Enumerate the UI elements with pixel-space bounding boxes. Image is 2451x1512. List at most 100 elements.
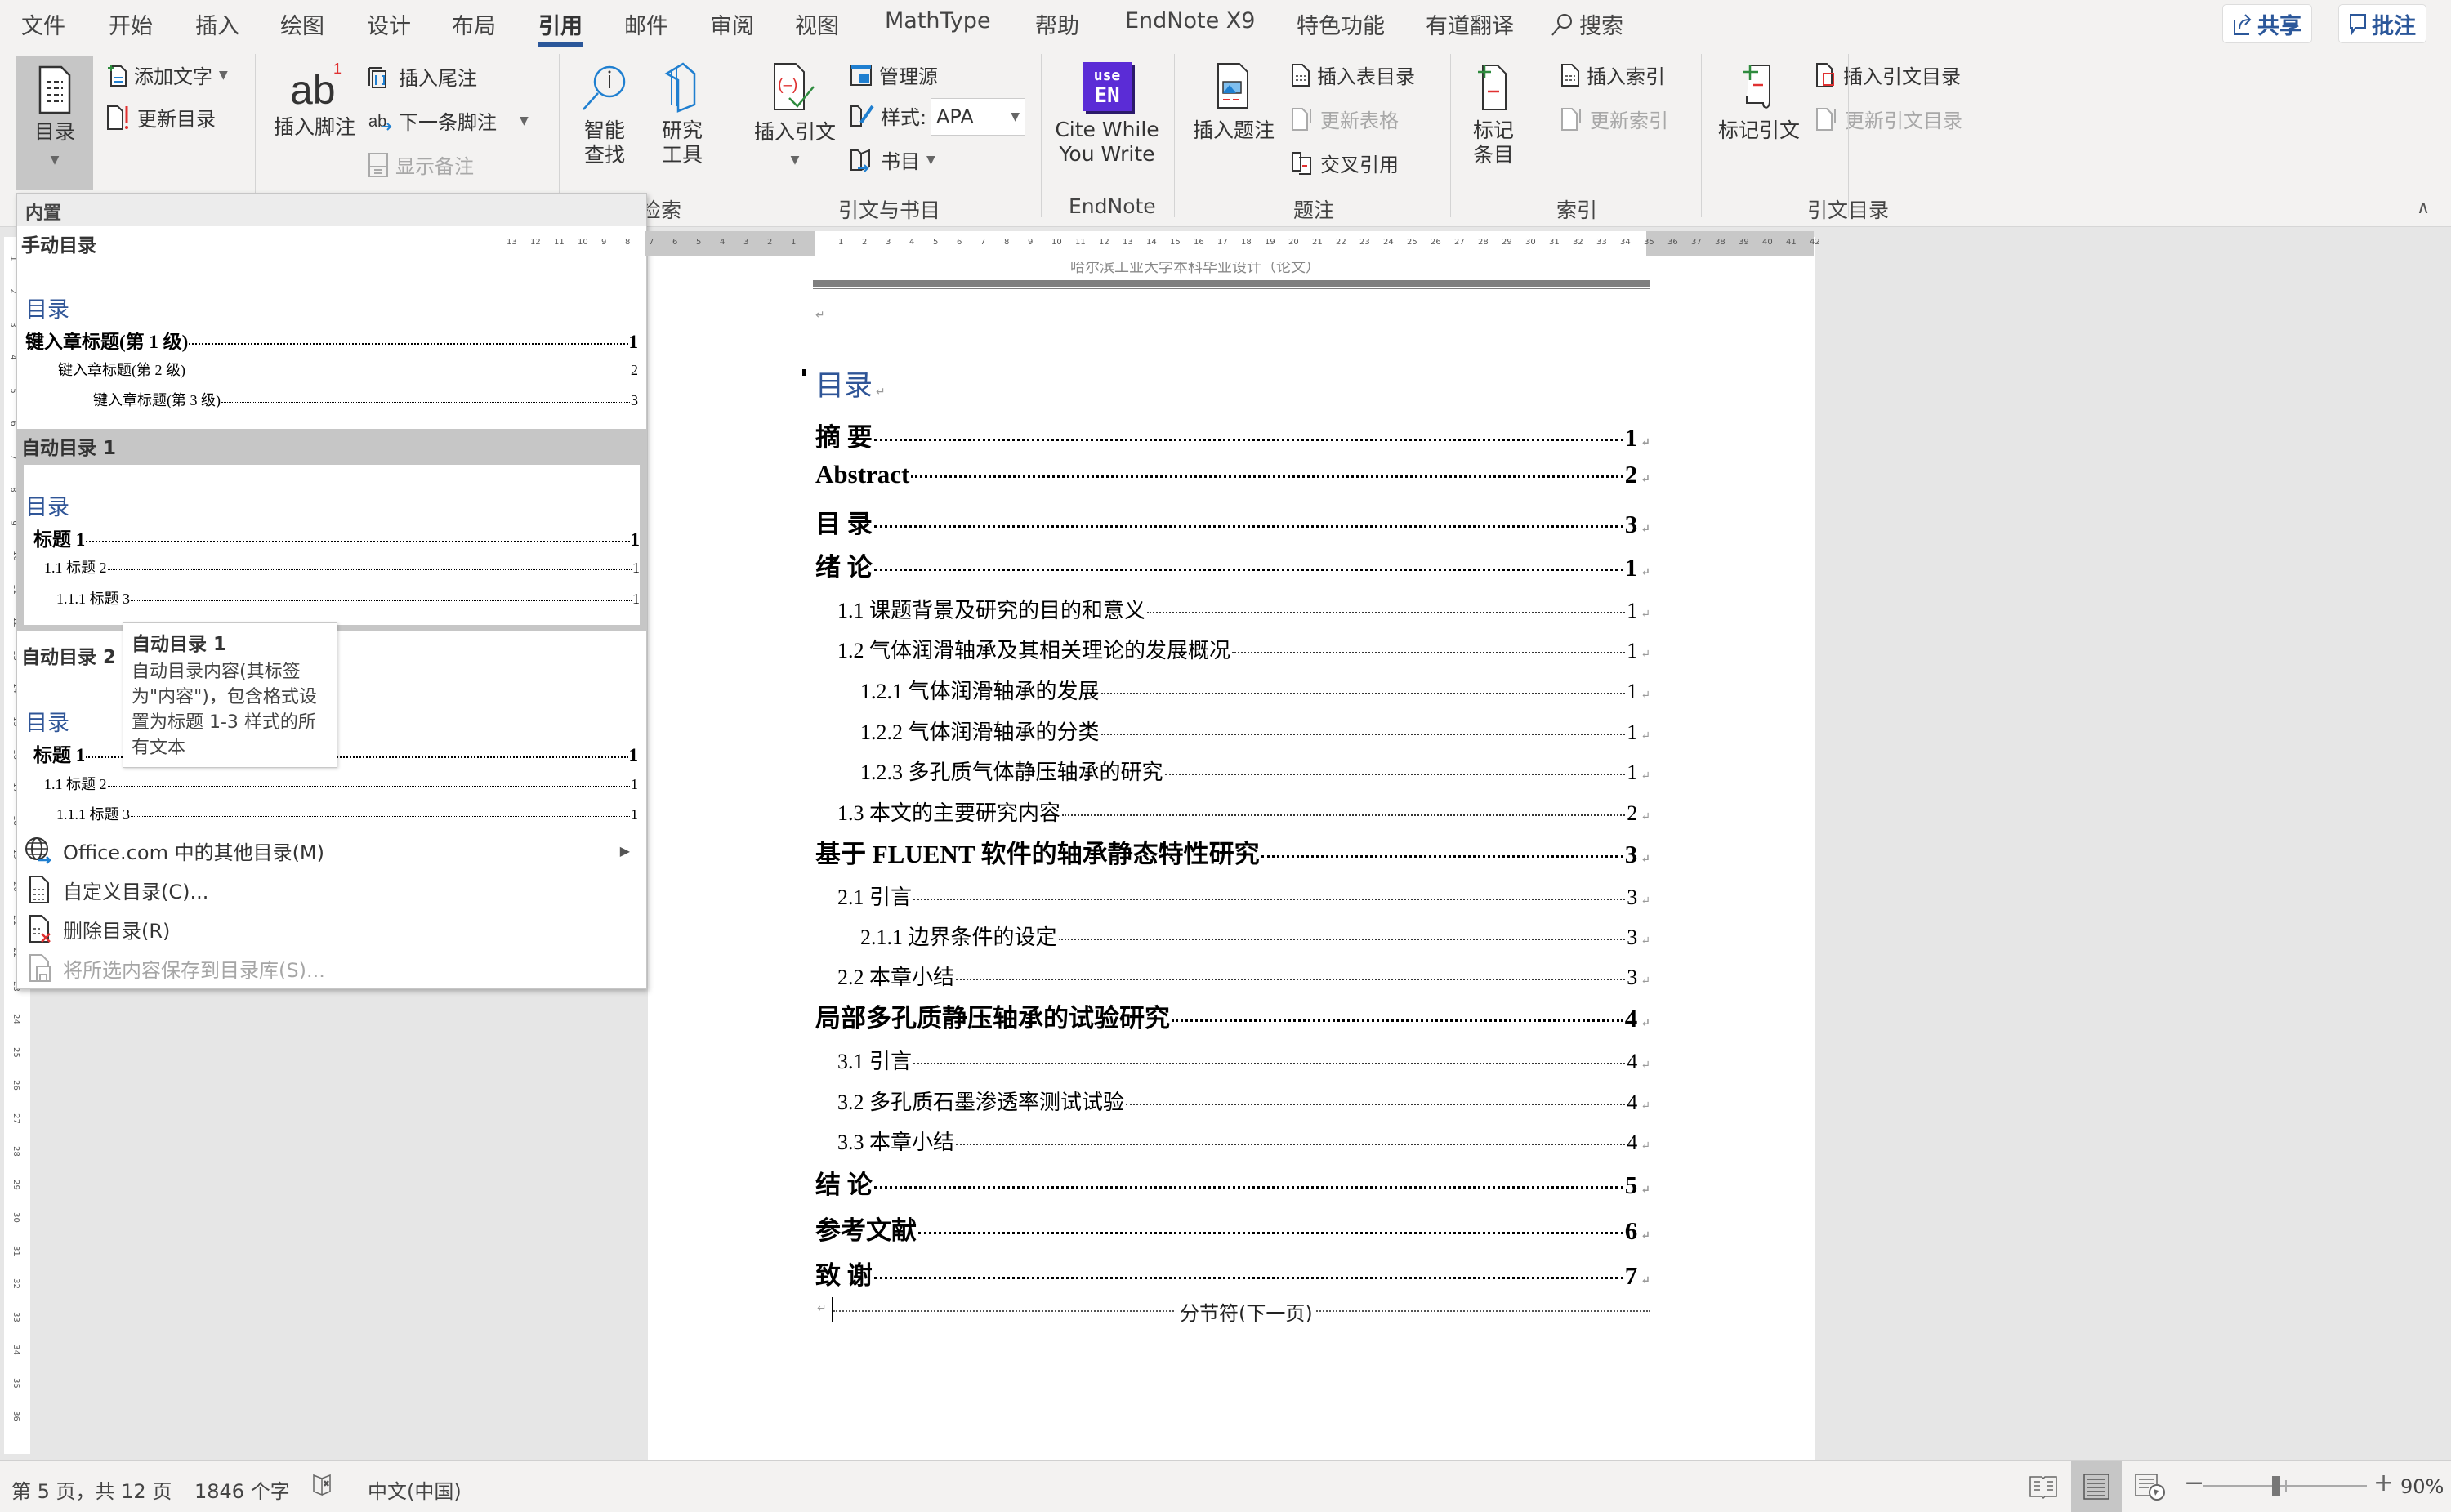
toc-entry[interactable]: 局部多孔质静压轴承的试验研究 4 ↵ [815,997,1650,1034]
zoom-in-button[interactable]: + [2373,1469,2394,1497]
more-tocs-from-office-com[interactable]: Office.com 中的其他目录(M) ▶ [17,831,646,870]
toc-entry[interactable]: 参考文献 6 ↵ [815,1210,1650,1247]
insert-index-button[interactable]: 插入索引 [1560,60,1665,89]
cite-while-you-write-button[interactable]: use EN Cite While You Write [1054,62,1160,167]
add-text-button[interactable]: 添加文字 ▼ [106,60,228,89]
toc-entry[interactable]: 2.2 本章小结 3 ↵ [837,961,1650,991]
tab-youdao[interactable]: 有道翻译 [1426,8,1514,40]
ruler-tick: 24 [11,1014,20,1024]
zoom-out-button[interactable]: − [2184,1469,2204,1497]
page-count-status[interactable]: 第 5 页，共 12 页 [11,1475,172,1504]
tab-mailings[interactable]: 邮件 [624,8,668,40]
tab-home[interactable]: 开始 [109,8,153,40]
tab-insert[interactable]: 插入 [195,8,239,40]
insert-table-of-authorities-button[interactable]: 插入引文目录 [1815,60,1961,89]
toc-entry[interactable]: 1.2.2 气体润滑轴承的分类 1 ↵ [860,716,1650,746]
update-index-button[interactable]: 更新索引 [1560,105,1668,133]
show-notes-button[interactable]: 显示备注 [368,150,474,179]
bibliography-button[interactable]: 书目 ▼ [850,145,935,174]
web-layout-button[interactable] [2124,1461,2175,1512]
gallery-item-auto-toc-1[interactable]: 自动目录 1 目录 标题 11 1.1 标题 21 1.1.1 标题 31 [17,429,646,631]
ruler-tick: 10 [1051,238,1062,247]
tab-draw[interactable]: 绘图 [280,8,324,40]
collapse-ribbon-button[interactable]: ∧ [2417,198,2430,218]
insert-caption-button[interactable]: 插入题注 [1189,62,1279,143]
update-table-of-authorities-button[interactable]: 更新引文目录 [1815,105,1962,133]
zoom-level[interactable]: 90% [2400,1475,2444,1498]
word-count-status[interactable]: 1846 个字 [194,1475,290,1504]
toc-entry[interactable]: 3.1 引言 4 ↵ [837,1045,1650,1075]
toc-entry-page: 1 [1627,639,1638,662]
zoom-slider-thumb[interactable] [2271,1476,2280,1496]
toc-entry[interactable]: 3.3 本章小结 4 ↵ [837,1126,1650,1156]
tab-design[interactable]: 设计 [367,8,411,40]
smart-lookup-button[interactable]: 智能 查找 [572,62,637,167]
toc-entry[interactable]: 结 论 5 ↵ [815,1164,1650,1201]
language-status[interactable]: 中文(中国) [368,1475,462,1504]
toc-entry[interactable]: 2.1 引言 3 ↵ [837,881,1650,911]
update-table-button[interactable]: 更新表格 [1291,105,1399,133]
horizontal-ruler[interactable]: 13 12 11 10 9 8 7 6 5 4 3 2 1 1 2 3 4 5 6 7 8 9 10 11 12 13 14 15 16… [507,231,1820,256]
tab-mathtype[interactable]: MathType [885,8,991,33]
cross-reference-button[interactable]: 交叉引用 [1291,149,1399,177]
toc-entry[interactable]: 摘 要 1 ↵ [815,417,1650,453]
toc-entry-page: 1 [1627,720,1638,744]
toc-entry[interactable]: 3.2 多孔质石墨渗透率测试试验 4 ↵ [837,1086,1650,1116]
toc-entry[interactable]: 目 录 3 ↵ [815,503,1650,540]
ruler-tick: 9 [1028,238,1034,247]
endnote-logo-icon: use EN [1083,62,1132,111]
comments-button[interactable]: 批注 [2338,4,2426,43]
captions-group-label: 题注 [1293,198,1335,222]
toc-entry-text: 2.1 引言 [837,885,913,909]
style-dropdown[interactable]: APA ▼ [931,98,1025,136]
ruler-tick: 35 [11,1377,20,1389]
ruler-tick: 5 [933,238,939,247]
tab-file[interactable]: 文件 [21,8,65,40]
gallery-item-manual-toc[interactable]: 手动目录 目录 键入章标题(第 1 级) 1 键入章标题(第 2 级) 2 键入章标… [17,226,646,429]
toc-entry[interactable]: 1.2.3 多孔质气体静压轴承的研究 1 ↵ [860,756,1650,786]
researcher-button[interactable]: 研究 工具 [645,62,719,167]
save-selection-to-toc-gallery-menu-item[interactable]: 将所选内容保存到目录库(S)... [17,948,646,988]
insert-endnote-button[interactable]: 插入尾注 [368,62,477,91]
custom-toc-menu-item[interactable]: 自定义目录(C)... [17,870,646,909]
toc-entry[interactable]: Abstract 2 ↵ [815,460,1650,489]
toc-entry-text: 3.3 本章小结 [837,1131,955,1154]
toc-button[interactable]: 目录 ▼ [16,56,93,190]
search-box[interactable]: 搜索 [1550,8,1623,40]
print-layout-button[interactable] [2071,1461,2122,1512]
submenu-arrow-icon: ▶ [619,842,630,859]
toc-entry[interactable]: 2.1.1 边界条件的设定 3 ↵ [860,921,1650,951]
insert-citation-button[interactable]: (–) 插入引文 ▼ [752,62,838,172]
tab-review[interactable]: 审阅 [710,8,754,40]
insert-footnote-button[interactable]: ab 1 插入脚注 [270,59,359,140]
mini-toc-row: 键入章标题(第 3 级) 3 [93,392,638,408]
tab-layout[interactable]: 布局 [452,8,496,40]
mini-toc-row: 1.1 标题 21 [44,776,638,792]
globe-icon [25,837,51,864]
toc-entry[interactable]: 绪 论 1 ↵ [815,546,1650,583]
manage-sources-button[interactable]: 管理源 [850,60,938,89]
toc-entry[interactable]: 1.3 本文的主要研究内容 2 ↵ [837,796,1650,827]
mark-entry-button[interactable]: 标记 条目 [1461,62,1526,167]
proofing-status-button[interactable] [312,1472,333,1501]
remove-toc-menu-item[interactable]: 删除目录(R) [17,909,646,948]
insert-table-of-figures-button[interactable]: 插入表目录 [1291,60,1415,89]
update-toc-button[interactable]: 更新目录 [106,103,216,132]
tab-endnote[interactable]: EndNote X9 [1125,8,1255,33]
ruler-tick: 26 [1431,238,1441,247]
toc-entry[interactable]: 1.1 课题背景及研究的目的和意义 1 ↵ [837,594,1650,624]
tab-view[interactable]: 视图 [795,8,839,40]
toc-entry[interactable]: 1.2 气体润滑轴承及其相关理论的发展概况 1 ↵ [837,634,1650,664]
next-footnote-button[interactable]: ab 下一条脚注 ▼ [368,106,529,135]
tab-references[interactable]: 引用 [538,8,583,47]
toc-entry[interactable]: 1.2.1 气体润滑轴承的发展 1 ↵ [860,675,1650,705]
share-button[interactable]: 共享 [2222,4,2312,43]
mark-citation-button[interactable]: 标记引文 [1714,62,1804,143]
tab-features[interactable]: 特色功能 [1297,8,1385,40]
toc-entry[interactable]: 致 谢 7 ↵ [815,1255,1650,1291]
toc-leader-dots [956,979,1626,980]
toc-entry[interactable]: 基于 FLUENT 软件的轴承静态特性研究 3 ↵ [815,833,1650,870]
section-break: ↵ 分节符(下一页) [817,1297,1650,1326]
tab-help[interactable]: 帮助 [1035,8,1079,40]
read-mode-button[interactable] [2018,1461,2069,1512]
